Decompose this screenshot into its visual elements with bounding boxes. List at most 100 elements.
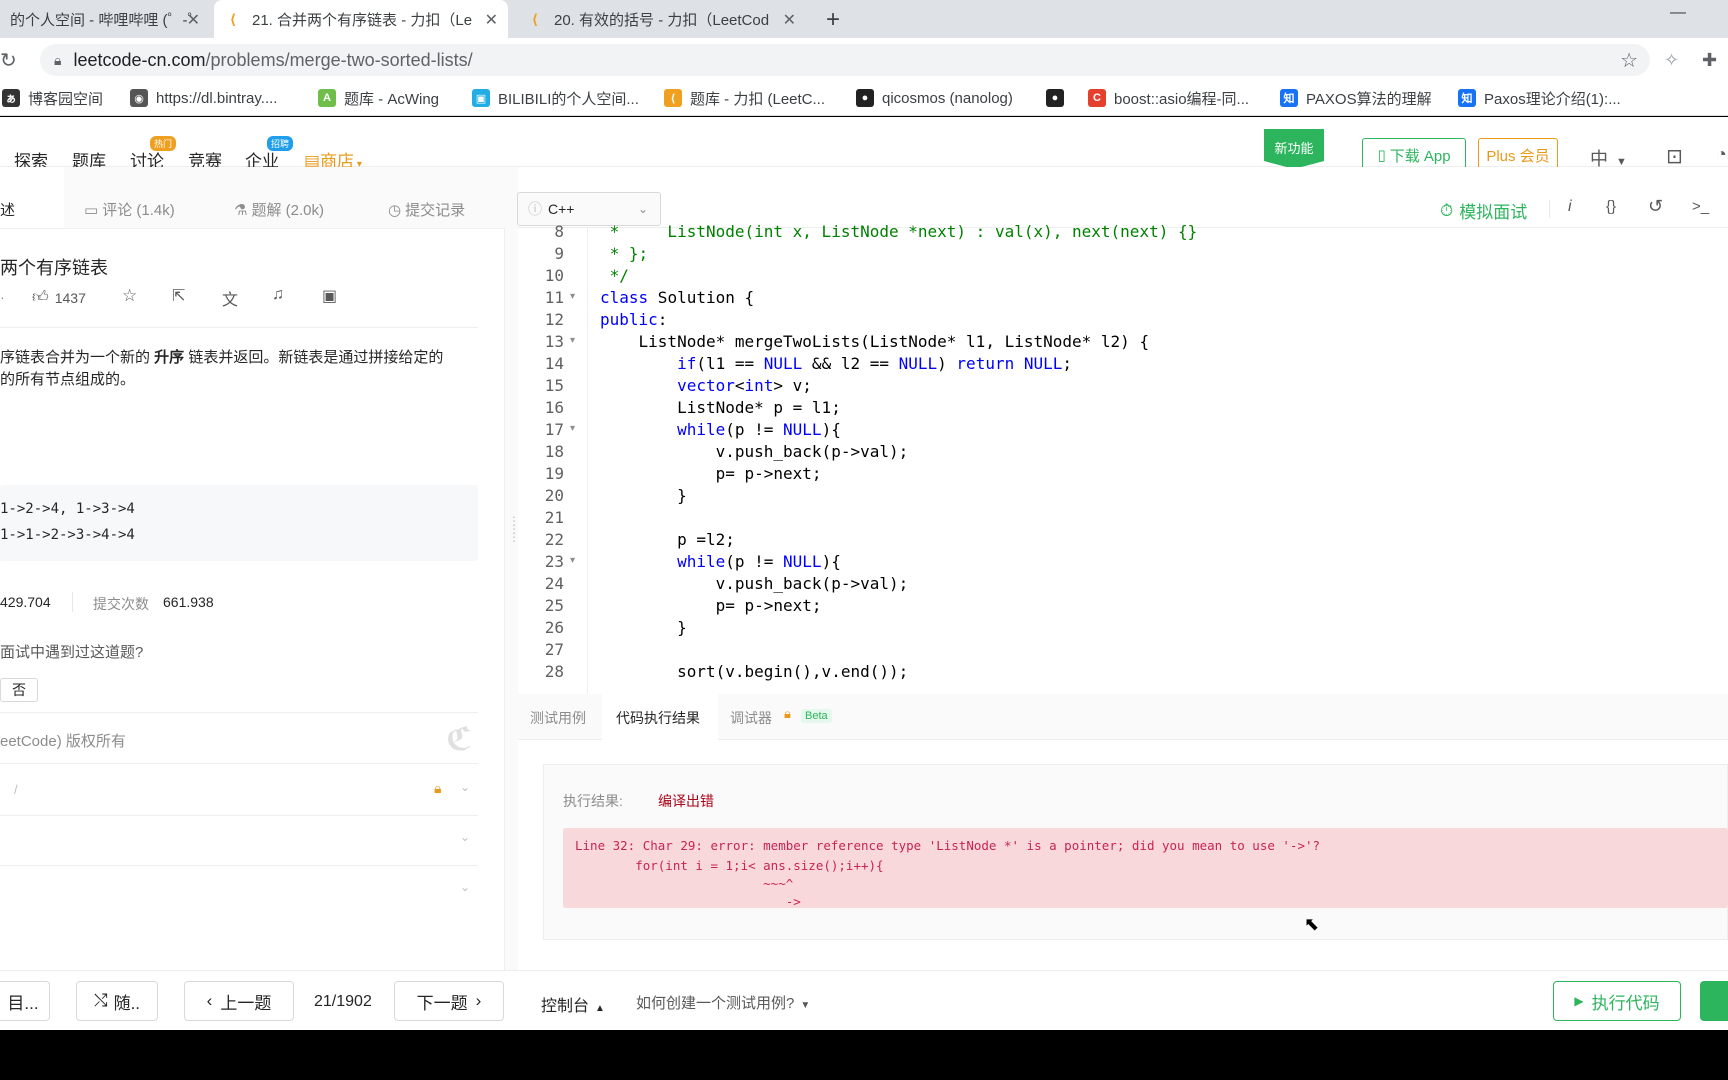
new-tab-button[interactable]: + xyxy=(826,6,840,34)
github-icon: ● xyxy=(856,89,874,107)
star-icon[interactable]: ☆ xyxy=(1620,48,1638,73)
code-line[interactable]: public: xyxy=(600,310,667,329)
no-button[interactable]: 否 xyxy=(0,678,38,702)
new-feature-badge[interactable]: 新功能 xyxy=(1264,129,1324,169)
bookmark-item[interactable]: ◉ https://dl.bintray.... xyxy=(130,86,277,110)
bookmark-label: BILIBILI的个人空间... xyxy=(498,90,639,108)
code-line[interactable]: sort(v.begin(),v.end()); xyxy=(600,662,908,681)
like-button[interactable]: 👍︎ 1437 xyxy=(32,288,86,307)
chevron-down-icon[interactable]: ⌄ xyxy=(460,830,470,844)
code-line[interactable]: } xyxy=(600,618,687,637)
code-line[interactable]: v.push_back(p->val); xyxy=(600,442,909,461)
line-number: 17 xyxy=(544,420,564,439)
run-code-button[interactable]: ▶ 执行代码 xyxy=(1553,981,1681,1021)
puzzle-icon[interactable]: ✚ xyxy=(1702,50,1717,71)
mock-interview-button[interactable]: ⏱︎ 模拟面试 xyxy=(1440,198,1527,223)
bookmark-item[interactable]: ▣ BILIBILI的个人空间... xyxy=(472,86,639,110)
tab-description[interactable]: 述 xyxy=(0,167,64,229)
letterbox-bar xyxy=(0,1030,1728,1080)
language-select[interactable]: ⓘ C++ ⌄ xyxy=(517,192,661,226)
console-toggle[interactable]: 控制台 ▲ xyxy=(541,992,605,1016)
translate-icon[interactable]: 文 xyxy=(222,286,238,310)
code-line[interactable]: * }; xyxy=(600,244,649,263)
browser-tab[interactable]: 的个人空间 - 哔哩哔哩 (゜-゜ ✕ xyxy=(0,0,210,38)
next-problem-button[interactable]: 下一题 › xyxy=(394,981,504,1021)
share-icon[interactable]: ⇱ xyxy=(172,286,185,306)
reset-icon[interactable]: ↺ xyxy=(1648,196,1663,217)
code-line[interactable]: p =l2; xyxy=(600,530,735,549)
address-bar[interactable]: 🔒︎ leetcode-cn.com /problems/merge-two-s… xyxy=(40,44,1650,76)
fold-toggle-icon[interactable]: ▾ xyxy=(570,555,575,566)
submit-button[interactable] xyxy=(1700,981,1728,1021)
bookmark-item[interactable]: 知 PAXOS算法的理解 xyxy=(1280,86,1432,110)
bookmark-item[interactable]: A 题库 - AcWing xyxy=(318,86,439,110)
divider xyxy=(0,865,478,866)
star-icon[interactable]: ☆ xyxy=(122,286,137,306)
tab-result[interactable]: 代码执行结果 xyxy=(616,708,700,728)
code-line[interactable]: class Solution { xyxy=(600,288,754,307)
console-label: 控制台 xyxy=(541,998,590,1015)
code-line[interactable]: ListNode* mergeTwoLists(ListNode* l1, Li… xyxy=(600,332,1150,351)
editor-toolbar xyxy=(518,167,1728,228)
bell-icon[interactable]: ♫ xyxy=(272,286,284,304)
how-to-test-dropdown[interactable]: 如何创建一个测试用例? ▼ xyxy=(636,992,810,1013)
tab-debugger[interactable]: 调试器 xyxy=(730,708,772,728)
bookmark-item[interactable]: ● qicosmos (nanolog) xyxy=(856,86,1013,110)
line-number: 24 xyxy=(544,574,564,593)
code-line[interactable]: p= p->next; xyxy=(600,464,822,483)
code-line[interactable]: * ListNode(int x, ListNode *next) : val(… xyxy=(600,222,1198,241)
bookmark-item[interactable]: ぁ博客园空间 xyxy=(2,86,103,110)
code-line[interactable]: ListNode* p = l1; xyxy=(600,398,841,417)
close-icon[interactable]: ✕ xyxy=(783,10,796,30)
info-icon[interactable]: i xyxy=(1568,198,1572,216)
code-line[interactable]: } xyxy=(600,486,687,505)
tab-solutions[interactable]: ⚗ 题解 (2.0k) xyxy=(234,199,324,220)
tab-description-label: 述 xyxy=(0,202,16,219)
code-line[interactable]: vector<int> v; xyxy=(600,376,812,395)
result-label: 执行结果: xyxy=(563,793,623,809)
close-icon[interactable]: ✕ xyxy=(187,10,200,30)
format-braces-icon[interactable]: {} xyxy=(1606,198,1616,215)
bookmark-item[interactable]: ⟨ 题库 - 力扣 (LeetC... xyxy=(664,86,825,110)
fold-toggle-icon[interactable]: ▾ xyxy=(570,335,575,346)
browser-tab-active[interactable]: ⟨ 21. 合并两个有序链表 - 力扣（Le ✕ xyxy=(214,0,508,38)
browser-tab[interactable]: ⟨ 20. 有效的括号 - 力扣（LeetCod ✕ xyxy=(516,0,806,38)
code-line[interactable]: while(p != NULL){ xyxy=(600,420,841,439)
terminal-icon[interactable]: >_ xyxy=(1692,198,1709,215)
tab-comments[interactable]: ▭ 评论 (1.4k) xyxy=(84,199,175,220)
chevron-down-icon[interactable]: ⌄ xyxy=(460,880,470,894)
bell-icon[interactable]: ◔ xyxy=(1716,144,1727,165)
desc-text: 链表并返回。新链表是通过拼接给定的 xyxy=(184,349,444,366)
playground-icon[interactable]: ⊡ xyxy=(1666,144,1683,169)
panel-splitter[interactable]: ⋮ ⋮ ⋮ xyxy=(505,167,520,970)
feedback-icon[interactable]: ▣ xyxy=(322,286,337,306)
code-line[interactable]: if(l1 == NULL && l2 == NULL) return NULL… xyxy=(600,354,1072,373)
prev-problem-button[interactable]: ‹ 上一题 xyxy=(184,981,294,1021)
bookmark-item[interactable]: ● xyxy=(1046,86,1072,110)
minimize-button[interactable]: — xyxy=(1670,4,1686,22)
code-line[interactable]: p= p->next; xyxy=(600,596,822,615)
problem-list-button[interactable]: 目... xyxy=(0,981,50,1021)
chevron-down-icon[interactable]: ⌄ xyxy=(460,780,470,794)
leetcode-logo-icon: ℭ xyxy=(446,721,473,757)
random-label: 随.. xyxy=(113,993,141,1013)
tab-title: 21. 合并两个有序链表 - 力扣（Le xyxy=(252,11,473,29)
play-icon: ▶ xyxy=(1574,994,1584,1008)
zhihu-icon: 知 xyxy=(1458,89,1476,107)
close-icon[interactable]: ✕ xyxy=(485,10,498,30)
code-line[interactable]: v.push_back(p->val); xyxy=(600,574,909,593)
fold-toggle-icon[interactable]: ▾ xyxy=(570,423,575,434)
random-button[interactable]: ⤭ 随.. xyxy=(76,981,158,1021)
tab-testcase[interactable]: 测试用例 xyxy=(530,708,586,728)
reload-icon[interactable]: ↻ xyxy=(0,48,17,73)
fold-toggle-icon[interactable]: ▾ xyxy=(570,291,575,302)
code-line[interactable]: */ xyxy=(600,266,629,285)
bookmark-item[interactable]: 知 Paxos理论介绍(1):... xyxy=(1458,86,1621,110)
lock-icon: 🔒︎ xyxy=(434,780,442,796)
code-line[interactable]: while(p != NULL){ xyxy=(600,552,841,571)
bookmark-item[interactable]: Cboost::asio编程-同... xyxy=(1088,86,1249,110)
tab-submissions[interactable]: ◷ 提交记录 xyxy=(388,199,465,220)
code-editor[interactable]: 8 * ListNode(int x, ListNode *next) : va… xyxy=(518,222,1728,694)
url-path: /problems/merge-two-sorted-lists/ xyxy=(205,49,473,70)
extension-icon[interactable]: ✧ xyxy=(1664,50,1679,71)
